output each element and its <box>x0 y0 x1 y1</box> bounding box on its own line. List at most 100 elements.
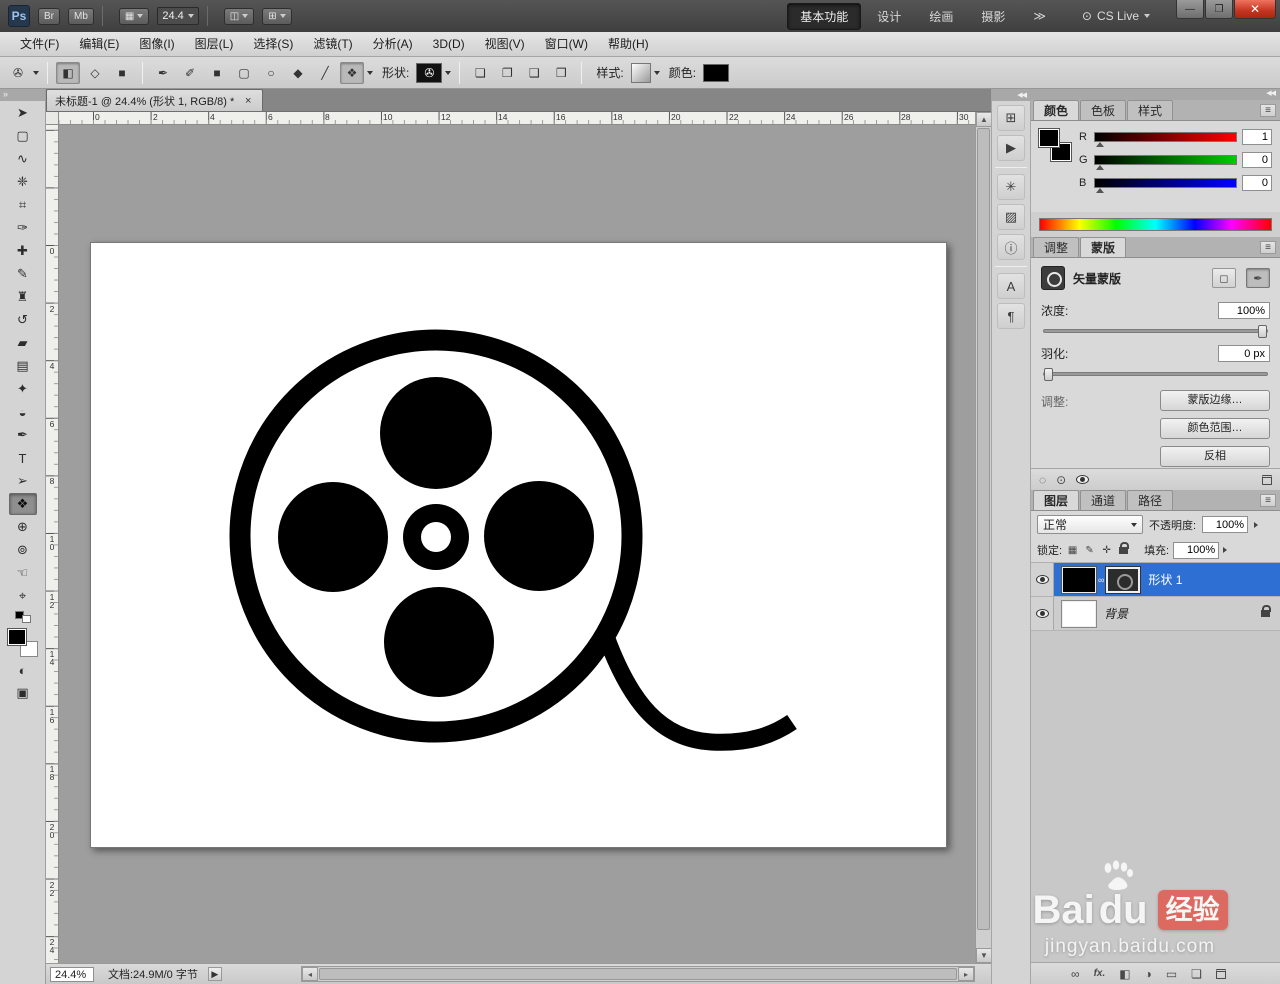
status-flyout-button[interactable]: ▶ <box>207 967 222 981</box>
lock-position-icon[interactable]: ✛ <box>1100 545 1113 556</box>
shape-layers-button[interactable]: ◧ <box>56 61 80 84</box>
mask-link-icon[interactable]: ∞ <box>1098 575 1104 585</box>
lock-all-icon[interactable] <box>1119 541 1130 554</box>
add-layer-mask-icon[interactable]: ◧ <box>1119 967 1130 981</box>
panel-menu-icon[interactable]: ≡ <box>1260 241 1276 254</box>
panel-menu-icon[interactable]: ≡ <box>1260 494 1276 507</box>
menu-select[interactable]: 选择(S) <box>243 32 303 56</box>
tool-preset-picker[interactable]: ✇ <box>6 62 30 84</box>
clone-stamp-tool[interactable]: ♜ <box>9 286 37 308</box>
color-spectrum-ramp[interactable] <box>1039 218 1272 231</box>
feather-slider[interactable] <box>1043 368 1268 381</box>
zoom-level-control[interactable]: 24.4 <box>157 7 199 25</box>
menu-image[interactable]: 图像(I) <box>129 32 184 56</box>
layer-thumbnail[interactable] <box>1061 599 1097 628</box>
red-slider[interactable] <box>1094 132 1237 147</box>
density-value-field[interactable] <box>1218 302 1270 319</box>
opacity-value-field[interactable] <box>1202 516 1249 533</box>
invert-button[interactable]: 反相 <box>1160 446 1270 467</box>
3d-rotate-tool[interactable]: ⊕ <box>9 516 37 538</box>
scroll-left-icon[interactable]: ◂ <box>302 967 318 981</box>
mini-bridge-button[interactable]: Mb <box>68 7 94 25</box>
polygon-tool-button[interactable]: ◆ <box>286 62 310 84</box>
gradient-tool[interactable]: ▤ <box>9 355 37 377</box>
menu-edit[interactable]: 编辑(E) <box>69 32 129 56</box>
apply-mask-icon[interactable]: ⊙ <box>1056 473 1066 487</box>
combine-add-button[interactable]: ❏ <box>468 62 492 84</box>
blend-mode-select[interactable]: 正常 <box>1037 515 1143 534</box>
menu-file[interactable]: 文件(F) <box>10 32 69 56</box>
slider-thumb[interactable] <box>1044 368 1053 381</box>
vertical-scroll-thumb[interactable] <box>977 128 990 930</box>
toolbox-collapse-button[interactable]: » <box>0 89 45 101</box>
add-pixel-mask-button[interactable]: ◻ <box>1212 268 1236 288</box>
new-layer-icon[interactable]: ❏ <box>1191 967 1202 981</box>
restore-button[interactable]: ❐ <box>1205 0 1233 19</box>
rectangle-tool-button[interactable]: ■ <box>205 62 229 84</box>
density-slider[interactable] <box>1043 325 1268 338</box>
new-group-icon[interactable]: ▭ <box>1166 967 1177 981</box>
blue-value-field[interactable] <box>1242 175 1272 191</box>
fill-pixels-button[interactable]: ■ <box>110 62 134 84</box>
red-value-field[interactable] <box>1242 129 1272 145</box>
healing-brush-tool[interactable]: ✚ <box>9 240 37 262</box>
navigator-panel-icon[interactable]: ⊞ <box>997 105 1025 131</box>
slider-thumb[interactable] <box>1096 142 1104 147</box>
move-tool[interactable]: ➤ <box>9 102 37 124</box>
slider-thumb[interactable] <box>1258 325 1267 338</box>
crop-tool[interactable]: ⌗ <box>9 194 37 216</box>
view-extras-button[interactable]: ▦ <box>118 7 150 25</box>
workspace-essentials[interactable]: 基本功能 <box>787 2 862 30</box>
adjustment-layer-icon[interactable]: ◑ <box>1145 967 1152 981</box>
tab-layers[interactable]: 图层 <box>1033 490 1080 510</box>
paths-button[interactable]: ◇ <box>83 62 107 84</box>
info-panel-icon[interactable]: ⓘ <box>997 234 1025 260</box>
chevron-down-icon[interactable] <box>445 70 452 75</box>
scroll-right-icon[interactable]: ▸ <box>958 967 974 981</box>
vector-mask-thumbnail[interactable] <box>1105 565 1142 594</box>
lasso-tool[interactable]: ∿ <box>9 148 37 170</box>
disable-mask-icon[interactable] <box>1076 475 1090 484</box>
canvas-page[interactable] <box>90 242 947 848</box>
menu-filter[interactable]: 滤镜(T) <box>303 32 362 56</box>
foreground-color-swatch[interactable] <box>6 628 27 646</box>
panel-menu-icon[interactable]: ≡ <box>1260 104 1276 117</box>
foreground-color-swatch[interactable] <box>1038 128 1060 148</box>
delete-layer-icon[interactable] <box>1215 968 1226 979</box>
opacity-popup-icon[interactable] <box>1254 521 1259 528</box>
visibility-toggle[interactable] <box>1031 563 1054 596</box>
pen-tool-button[interactable]: ✒ <box>151 62 175 84</box>
default-colors-button[interactable] <box>14 611 31 623</box>
load-selection-from-mask-icon[interactable]: ◌ <box>1039 473 1046 487</box>
horizontal-scrollbar[interactable]: ◂ ▸ <box>301 966 975 982</box>
animation-panel-icon[interactable]: ▶ <box>997 135 1025 161</box>
workspace-photography[interactable]: 摄影 <box>969 4 1017 29</box>
lock-pixels-icon[interactable]: ✎ <box>1083 545 1096 556</box>
ellipse-tool-button[interactable]: ○ <box>259 62 283 84</box>
tab-paths[interactable]: 路径 <box>1127 490 1174 510</box>
layer-name[interactable]: 背景 <box>1104 605 1128 622</box>
vertical-scrollbar[interactable]: ▲ ▼ <box>975 112 992 963</box>
feather-value-field[interactable] <box>1218 345 1270 362</box>
layer-row-background[interactable]: 背景 <box>1031 597 1280 631</box>
menu-help[interactable]: 帮助(H) <box>598 32 659 56</box>
layer-name[interactable]: 形状 1 <box>1148 571 1182 588</box>
blue-slider[interactable] <box>1094 178 1237 193</box>
scroll-down-icon[interactable]: ▼ <box>976 948 992 963</box>
slider-thumb[interactable] <box>1096 165 1104 170</box>
dock-collapse-button[interactable]: ◀◀ <box>1031 89 1280 100</box>
style-picker[interactable] <box>630 62 651 83</box>
strip-collapse-button[interactable]: ◀◀ <box>992 89 1030 101</box>
layer-thumbnail[interactable] <box>1061 565 1097 594</box>
brush-tool[interactable]: ✎ <box>9 263 37 285</box>
workspace-painting[interactable]: 绘画 <box>917 4 965 29</box>
quick-selection-tool[interactable]: ❈ <box>9 171 37 193</box>
green-slider[interactable] <box>1094 155 1237 170</box>
lock-transparency-icon[interactable]: ▦ <box>1066 545 1079 556</box>
geometry-options-icon[interactable] <box>367 70 373 75</box>
combine-intersect-button[interactable]: ❑ <box>522 62 546 84</box>
custom-shape-tool-button[interactable]: ❖ <box>340 61 364 84</box>
eraser-tool[interactable]: ▰ <box>9 332 37 354</box>
minimize-button[interactable]: — <box>1176 0 1204 19</box>
combine-subtract-button[interactable]: ❐ <box>495 62 519 84</box>
